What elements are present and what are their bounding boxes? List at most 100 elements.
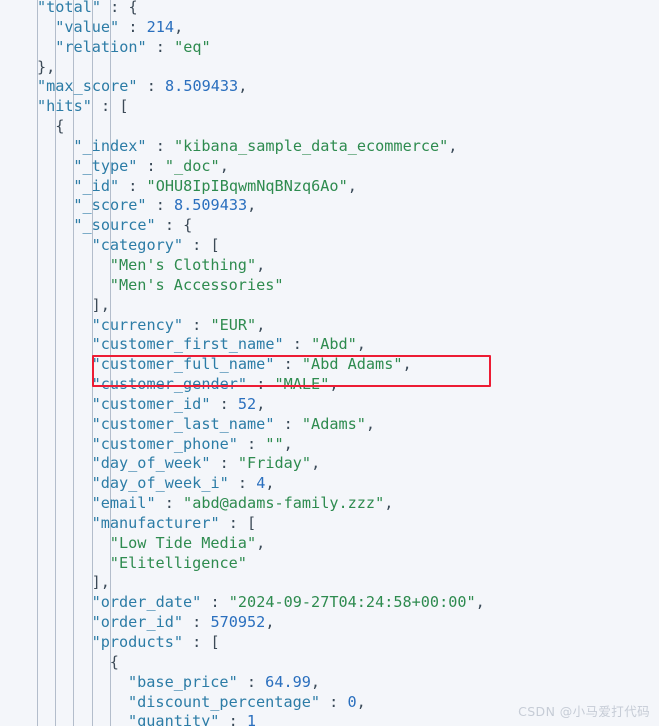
json-punctuation: :: [210, 394, 238, 413]
json-number-value: 570952: [210, 613, 266, 632]
json-punctuation: ,: [475, 593, 485, 612]
json-punctuation: :: [137, 77, 166, 96]
json-punctuation: {: [109, 652, 119, 671]
code-line[interactable]: "_id" : "OHU8IpIBqwmNqBNzq6Ao",: [0, 177, 659, 197]
json-string-value: "Abd Adams": [301, 355, 403, 374]
code-line[interactable]: "customer_last_name" : "Adams",: [0, 415, 659, 435]
code-line[interactable]: "base_price" : 64.99,: [0, 673, 659, 693]
json-number-value: 64.99: [265, 672, 311, 691]
json-key: "order_date": [91, 593, 202, 612]
code-line[interactable]: "relation" : "eq": [0, 38, 659, 58]
json-key: "customer_gender": [91, 375, 248, 394]
json-key: "_type": [73, 156, 138, 175]
json-key: "total": [37, 0, 102, 16]
code-line[interactable]: {: [0, 653, 659, 673]
json-punctuation: ,: [356, 692, 366, 711]
json-punctuation: :: [274, 414, 302, 433]
csdn-watermark: CSDN @小马爱打代码: [518, 704, 650, 719]
code-line[interactable]: "day_of_week_i" : 4,: [0, 474, 659, 494]
json-key: "_id": [73, 176, 120, 195]
code-line[interactable]: "day_of_week" : "Friday",: [0, 454, 659, 474]
json-key: "max_score": [37, 77, 138, 96]
code-line[interactable]: "customer_first_name" : "Abd",: [0, 335, 659, 355]
json-string-value: "Men's Clothing": [109, 255, 257, 274]
json-response-viewer: "total" : {"value" : 214, "relation" : "e…: [0, 0, 659, 726]
code-line[interactable]: "order_date" : "2024-09-27T04:24:58+00:0…: [0, 593, 659, 613]
json-key: "discount_percentage": [128, 692, 321, 711]
code-line[interactable]: "products" : [: [0, 633, 659, 653]
code-line[interactable]: },: [0, 58, 659, 78]
json-punctuation: ,: [219, 156, 229, 175]
json-punctuation: ,: [256, 255, 266, 274]
json-punctuation: :: [183, 613, 211, 632]
code-line[interactable]: "email" : "abd@adams-family.zzz",: [0, 494, 659, 514]
code-line[interactable]: "customer_phone" : "",: [0, 435, 659, 455]
code-line[interactable]: "total" : {: [0, 0, 659, 18]
json-key: "customer_last_name": [91, 414, 275, 433]
json-punctuation: :: [320, 692, 348, 711]
json-code-block[interactable]: "total" : {"value" : 214, "relation" : "e…: [0, 0, 659, 726]
code-line[interactable]: "Men's Clothing",: [0, 256, 659, 276]
json-string-value: "Low Tide Media": [109, 533, 257, 552]
code-line[interactable]: ],: [0, 573, 659, 593]
json-key: "currency": [91, 315, 184, 334]
json-punctuation: :: [183, 633, 211, 651]
json-key: "day_of_week": [91, 454, 211, 473]
json-string-value: "2024-09-27T04:24:58+00:00": [228, 593, 476, 612]
json-punctuation: ,: [100, 573, 110, 592]
code-line[interactable]: "_type" : "_doc",: [0, 157, 659, 177]
code-line[interactable]: "value" : 214,: [0, 18, 659, 38]
code-line[interactable]: "max_score" : 8.509433,: [0, 77, 659, 97]
json-key: "customer_phone": [91, 434, 238, 453]
json-number-value: 52: [237, 394, 257, 413]
code-line[interactable]: "Elitelligence": [0, 554, 659, 574]
json-number-value: 8.509433: [173, 196, 248, 215]
json-string-value: "Adams": [301, 414, 366, 433]
json-punctuation: ,: [100, 295, 110, 314]
json-string-value: "abd@adams-family.zzz": [183, 494, 385, 513]
code-line[interactable]: "order_id" : 570952,: [0, 613, 659, 633]
json-punctuation: :: [219, 513, 248, 532]
json-punctuation: ,: [238, 77, 248, 96]
json-punctuation: ,: [402, 355, 412, 374]
code-line[interactable]: "manufacturer" : [: [0, 514, 659, 534]
json-key: "category": [91, 236, 184, 255]
json-punctuation: :: [247, 375, 275, 394]
code-line[interactable]: {: [0, 117, 659, 137]
json-punctuation: :: [283, 335, 312, 354]
json-punctuation: {: [128, 0, 138, 16]
json-string-value: "OHU8IpIBqwmNqBNzq6Ao": [146, 176, 348, 195]
json-punctuation: ,: [347, 176, 357, 195]
json-punctuation: ,: [283, 434, 293, 453]
json-number-value: 1: [246, 712, 257, 726]
code-line[interactable]: "customer_gender" : "MALE",: [0, 375, 659, 395]
json-key: "manufacturer": [91, 513, 220, 532]
json-punctuation: ,: [265, 613, 275, 632]
json-punctuation: }: [37, 57, 47, 76]
json-key: "relation": [55, 37, 147, 56]
code-line[interactable]: "customer_id" : 52,: [0, 395, 659, 415]
json-punctuation: ,: [256, 533, 266, 552]
json-punctuation: [: [210, 633, 220, 651]
json-punctuation: :: [201, 593, 229, 612]
code-line[interactable]: "_score" : 8.509433,: [0, 196, 659, 216]
json-key: "customer_id": [91, 394, 211, 413]
code-line[interactable]: "Low Tide Media",: [0, 534, 659, 554]
json-key: "_source": [73, 216, 156, 235]
code-line[interactable]: ],: [0, 296, 659, 316]
json-number-value: 0: [347, 692, 357, 711]
json-key: "_index": [73, 136, 147, 155]
json-punctuation: ,: [311, 454, 321, 473]
code-line[interactable]: "currency" : "EUR",: [0, 316, 659, 336]
code-line[interactable]: "hits" : [: [0, 97, 659, 117]
json-punctuation: ,: [356, 335, 366, 354]
code-line[interactable]: "_index" : "kibana_sample_data_ecommerce…: [0, 137, 659, 157]
json-punctuation: :: [237, 434, 266, 453]
code-line[interactable]: "_source" : {: [0, 216, 659, 236]
json-punctuation: :: [146, 37, 175, 56]
code-line[interactable]: "Men's Accessories": [0, 276, 659, 296]
json-punctuation: :: [210, 454, 238, 473]
code-line[interactable]: "category" : [: [0, 236, 659, 256]
json-punctuation: ,: [329, 375, 339, 394]
code-line[interactable]: "customer_full_name" : "Abd Adams",: [0, 355, 659, 375]
